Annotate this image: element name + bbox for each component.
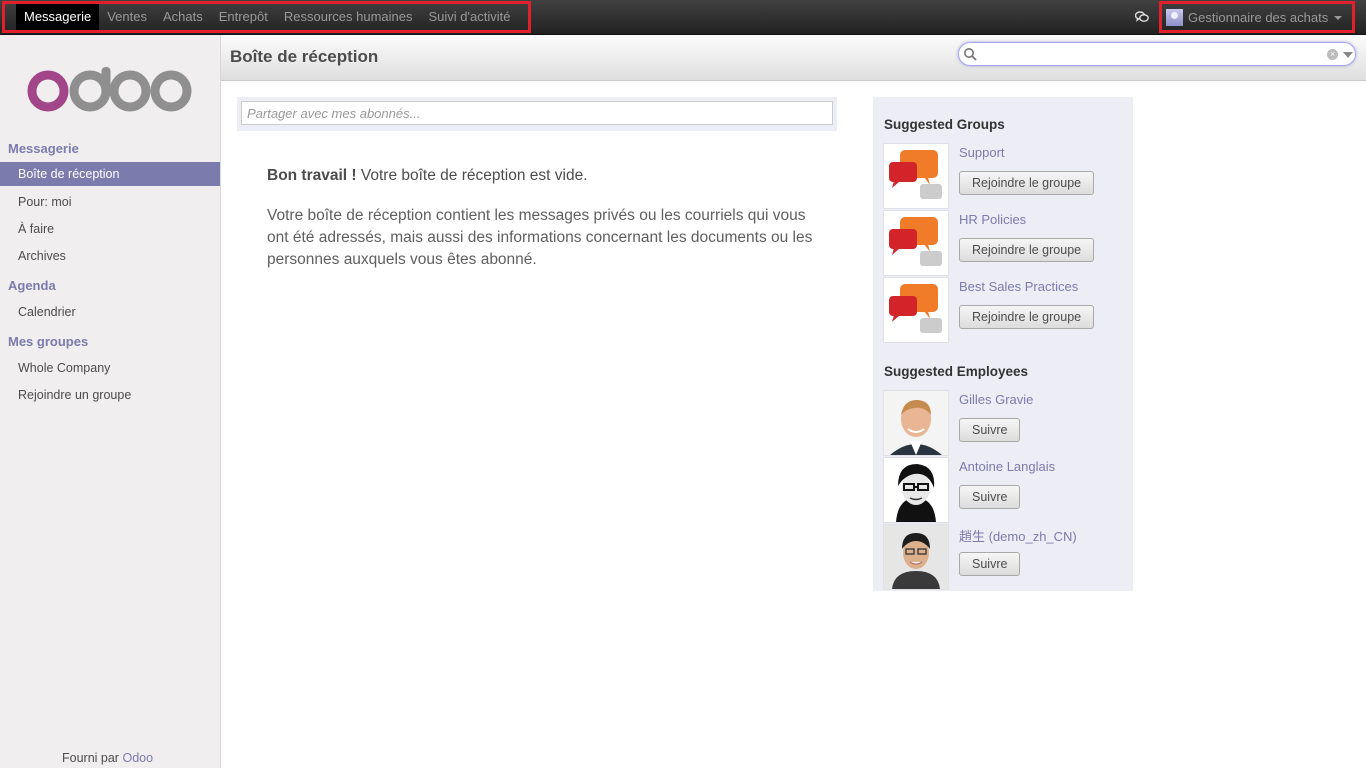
group-card: HR Policies Rejoindre le groupe (883, 210, 1133, 276)
page-title: Boîte de réception (230, 47, 379, 66)
user-avatar (1166, 8, 1183, 26)
sidebar: Messagerie Boîte de réception Pour: moi … (0, 35, 221, 768)
user-name: Gestionnaire des achats (1188, 9, 1329, 25)
follow-button[interactable]: Suivre (959, 418, 1021, 442)
menu-ressources-humaines[interactable]: Ressources humaines (276, 4, 421, 30)
section-agenda: Agenda (8, 278, 56, 293)
employee-photo (883, 457, 949, 523)
search-icon (964, 48, 977, 61)
clear-search-icon[interactable]: × (1327, 49, 1338, 60)
empty-inbox-message: Bon travail ! Votre boîte de réception e… (267, 165, 827, 271)
person-avatar-icon (884, 458, 948, 522)
share-input[interactable] (241, 101, 833, 125)
odoo-logo[interactable] (26, 65, 194, 113)
join-group-button[interactable]: Rejoindre le groupe (959, 238, 1095, 262)
sidebar-item-calendrier[interactable]: Calendrier (0, 300, 220, 324)
suggested-employees-title: Suggested Employees (884, 364, 1029, 379)
powered-by-link[interactable]: Odoo (122, 751, 153, 765)
view-header: Boîte de réception × (221, 35, 1366, 81)
sidebar-item-a-faire[interactable]: À faire (0, 217, 220, 241)
powered-by-prefix: Fourni par (62, 751, 119, 765)
search-options-icon[interactable] (1343, 52, 1353, 58)
menu-suivi-activite[interactable]: Suivi d'activité (421, 4, 519, 30)
empty-inbox-bold: Bon travail ! (267, 167, 357, 184)
section-mes-groupes: Mes groupes (8, 334, 89, 349)
employee-card: Antoine Langlais Suivre (883, 457, 1133, 523)
employee-card: Gilles Gravie Suivre (883, 390, 1133, 456)
employee-name[interactable]: 趙生 (demo_zh_CN) (959, 526, 1077, 545)
group-image (883, 210, 949, 276)
search-input[interactable] (979, 45, 1319, 63)
suggestions-panel: Suggested Groups Support Rejoindre le gr… (873, 97, 1133, 591)
employee-card: 趙生 (demo_zh_CN) Suivre (883, 524, 1133, 590)
empty-inbox-lead: Bon travail ! Votre boîte de réception e… (267, 165, 827, 187)
group-name[interactable]: Support (959, 145, 1005, 160)
user-menu[interactable]: Gestionnaire des achats (1159, 1, 1355, 33)
employee-photo (883, 524, 949, 590)
section-messagerie: Messagerie (8, 141, 79, 156)
chat-group-icon (889, 217, 942, 266)
employee-name[interactable]: Antoine Langlais (959, 459, 1055, 474)
menu-messagerie[interactable]: Messagerie (16, 4, 100, 30)
empty-inbox-line: Votre boîte de réception est vide. (356, 167, 588, 184)
follow-button[interactable]: Suivre (959, 485, 1021, 509)
employee-name[interactable]: Gilles Gravie (959, 392, 1033, 407)
menu-achats[interactable]: Achats (155, 4, 211, 30)
main-menu: Messagerie Ventes Achats Entrepôt Ressou… (2, 1, 531, 33)
sidebar-item-inbox[interactable]: Boîte de réception (0, 162, 220, 186)
menu-entrepot[interactable]: Entrepôt (211, 4, 276, 30)
menu-ventes[interactable]: Ventes (99, 4, 155, 30)
sidebar-item-archives[interactable]: Archives (0, 244, 220, 268)
empty-inbox-explanation: Votre boîte de réception contient les me… (267, 207, 813, 268)
group-image (883, 277, 949, 343)
group-name[interactable]: HR Policies (959, 212, 1026, 227)
join-group-button[interactable]: Rejoindre le groupe (959, 305, 1095, 329)
chat-bubbles-icon[interactable] (1135, 11, 1149, 23)
group-card: Support Rejoindre le groupe (883, 143, 1133, 209)
search-box[interactable]: × (958, 42, 1356, 66)
employee-photo (883, 390, 949, 456)
person-avatar-icon (884, 525, 948, 589)
powered-by: Fourni par Odoo (62, 751, 153, 765)
chat-group-icon (889, 284, 942, 333)
message-composer (237, 97, 837, 131)
group-name[interactable]: Best Sales Practices (959, 279, 1078, 294)
sidebar-item-rejoindre-groupe[interactable]: Rejoindre un groupe (0, 383, 220, 407)
group-card: Best Sales Practices Rejoindre le groupe (883, 277, 1133, 343)
group-image (883, 143, 949, 209)
suggested-groups-title: Suggested Groups (884, 117, 1005, 132)
follow-button[interactable]: Suivre (959, 552, 1021, 576)
person-avatar-icon (884, 391, 948, 455)
join-group-button[interactable]: Rejoindre le groupe (959, 171, 1095, 195)
sidebar-item-whole-company[interactable]: Whole Company (0, 356, 220, 380)
chat-group-icon (889, 150, 942, 199)
chevron-down-icon (1334, 16, 1343, 20)
sidebar-item-pour-moi[interactable]: Pour: moi (0, 190, 220, 214)
top-bar: Messagerie Ventes Achats Entrepôt Ressou… (0, 0, 1366, 35)
